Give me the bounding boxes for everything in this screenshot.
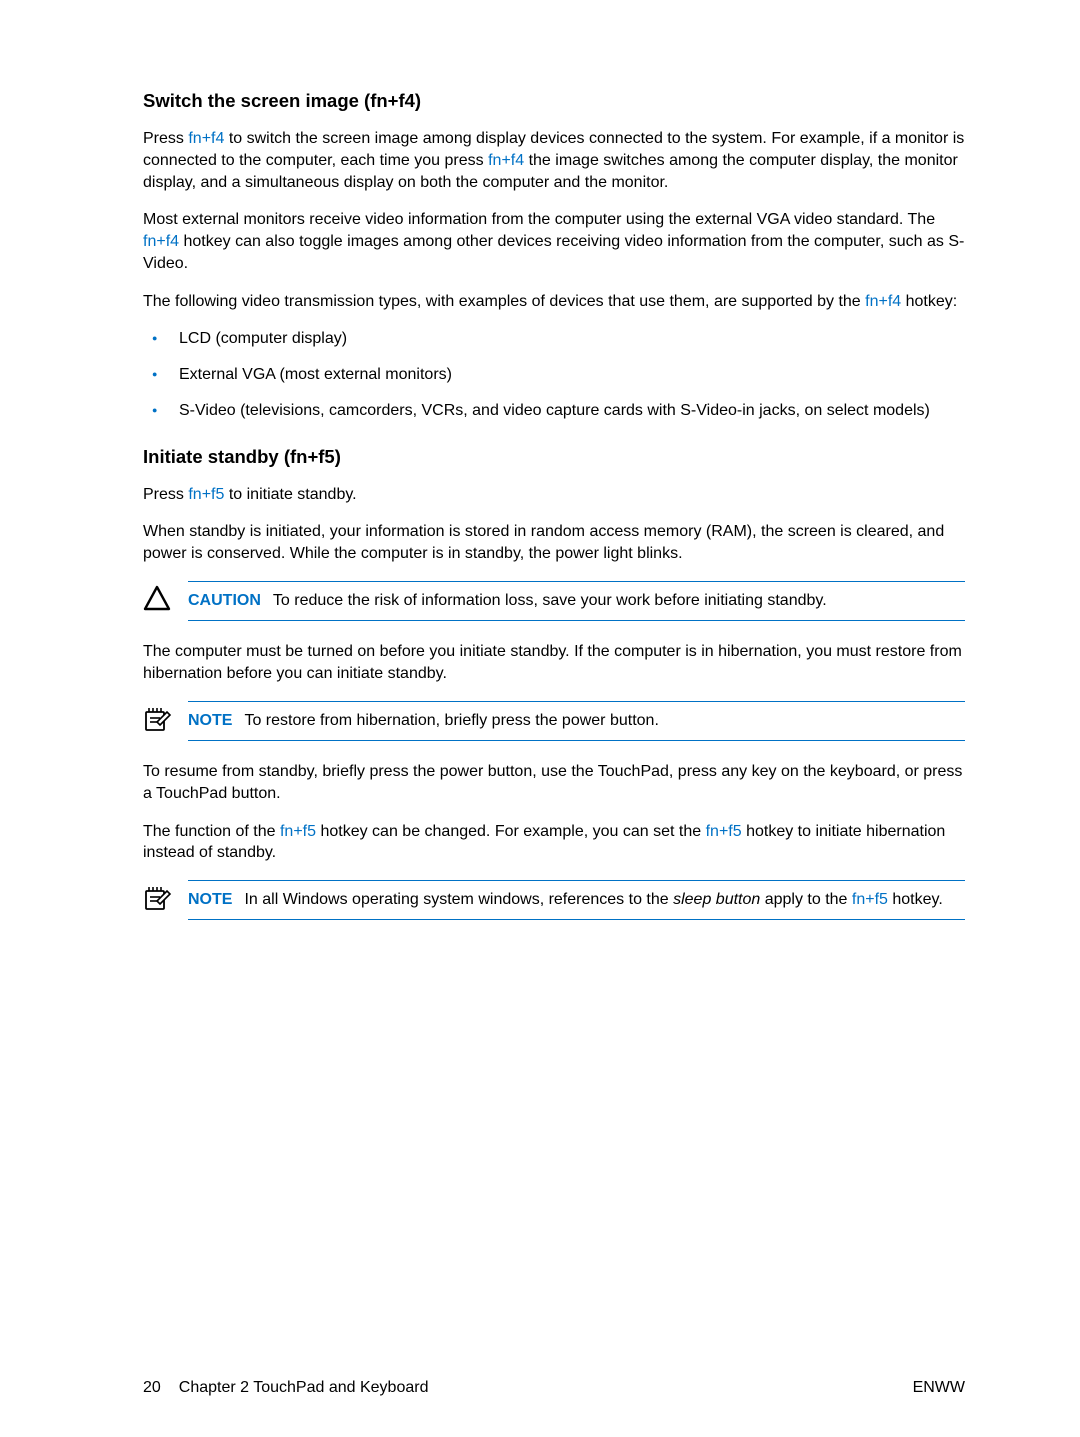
text-run: Press — [143, 130, 188, 147]
text-run: To reduce the risk of information loss, … — [273, 592, 827, 609]
text-run: apply to the — [760, 891, 852, 908]
body-paragraph: The computer must be turned on before yo… — [143, 641, 965, 685]
caution-icon — [143, 581, 188, 611]
list-item: External VGA (most external monitors) — [143, 364, 965, 386]
footer-left: 20 Chapter 2 TouchPad and Keyboard — [143, 1379, 428, 1397]
body-paragraph: The following video transmission types, … — [143, 291, 965, 313]
callout-text: CAUTION To reduce the risk of information… — [188, 581, 965, 621]
hotkey-text: fn+f5 — [852, 891, 888, 908]
note-icon — [143, 880, 188, 912]
hotkey-text: fn+f5 — [706, 823, 742, 840]
note-icon — [143, 701, 188, 733]
footer-right: ENWW — [913, 1379, 965, 1397]
text-run: to initiate standby. — [224, 486, 356, 503]
note-callout: NOTE To restore from hibernation, briefly… — [143, 701, 965, 741]
note-callout: NOTE In all Windows operating system wind… — [143, 880, 965, 920]
note-label: NOTE — [188, 891, 232, 908]
text-run: To restore from hibernation, briefly pre… — [244, 712, 658, 729]
document-page: Switch the screen image (fn+f4) Press fn… — [0, 0, 1080, 1437]
body-paragraph: When standby is initiated, your informat… — [143, 521, 965, 565]
section-heading-switch-image: Switch the screen image (fn+f4) — [143, 90, 965, 112]
text-run: In all Windows operating system windows,… — [244, 891, 673, 908]
section-heading-initiate-standby: Initiate standby (fn+f5) — [143, 446, 965, 468]
callout-text: NOTE In all Windows operating system wind… — [188, 880, 965, 920]
hotkey-text: fn+f5 — [188, 486, 224, 503]
hotkey-text: fn+f4 — [143, 233, 179, 250]
body-paragraph: Most external monitors receive video inf… — [143, 209, 965, 274]
list-item: LCD (computer display) — [143, 328, 965, 350]
text-run: Press — [143, 486, 188, 503]
body-paragraph: The function of the fn+f5 hotkey can be … — [143, 821, 965, 865]
note-label: NOTE — [188, 712, 232, 729]
body-paragraph: To resume from standby, briefly press th… — [143, 761, 965, 805]
text-run: The following video transmission types, … — [143, 293, 865, 310]
body-paragraph: Press fn+f4 to switch the screen image a… — [143, 128, 965, 193]
chapter-title: Chapter 2 TouchPad and Keyboard — [179, 1379, 429, 1396]
hotkey-text: fn+f5 — [280, 823, 316, 840]
caution-label: CAUTION — [188, 592, 261, 609]
bullet-list: LCD (computer display) External VGA (mos… — [143, 328, 965, 421]
hotkey-text: fn+f4 — [865, 293, 901, 310]
hotkey-text: fn+f4 — [488, 152, 524, 169]
text-run: hotkey: — [901, 293, 957, 310]
text-run: The function of the — [143, 823, 280, 840]
text-run: Most external monitors receive video inf… — [143, 211, 935, 228]
caution-callout: CAUTION To reduce the risk of information… — [143, 581, 965, 621]
text-run: hotkey can be changed. For example, you … — [316, 823, 706, 840]
page-number: 20 — [143, 1379, 161, 1396]
list-item: S-Video (televisions, camcorders, VCRs, … — [143, 400, 965, 422]
hotkey-text: fn+f4 — [188, 130, 224, 147]
text-run: hotkey. — [888, 891, 943, 908]
italic-text: sleep button — [673, 891, 760, 908]
callout-text: NOTE To restore from hibernation, briefly… — [188, 701, 965, 741]
page-footer: 20 Chapter 2 TouchPad and Keyboard ENWW — [143, 1379, 965, 1397]
body-paragraph: Press fn+f5 to initiate standby. — [143, 484, 965, 506]
text-run: hotkey can also toggle images among othe… — [143, 233, 964, 272]
